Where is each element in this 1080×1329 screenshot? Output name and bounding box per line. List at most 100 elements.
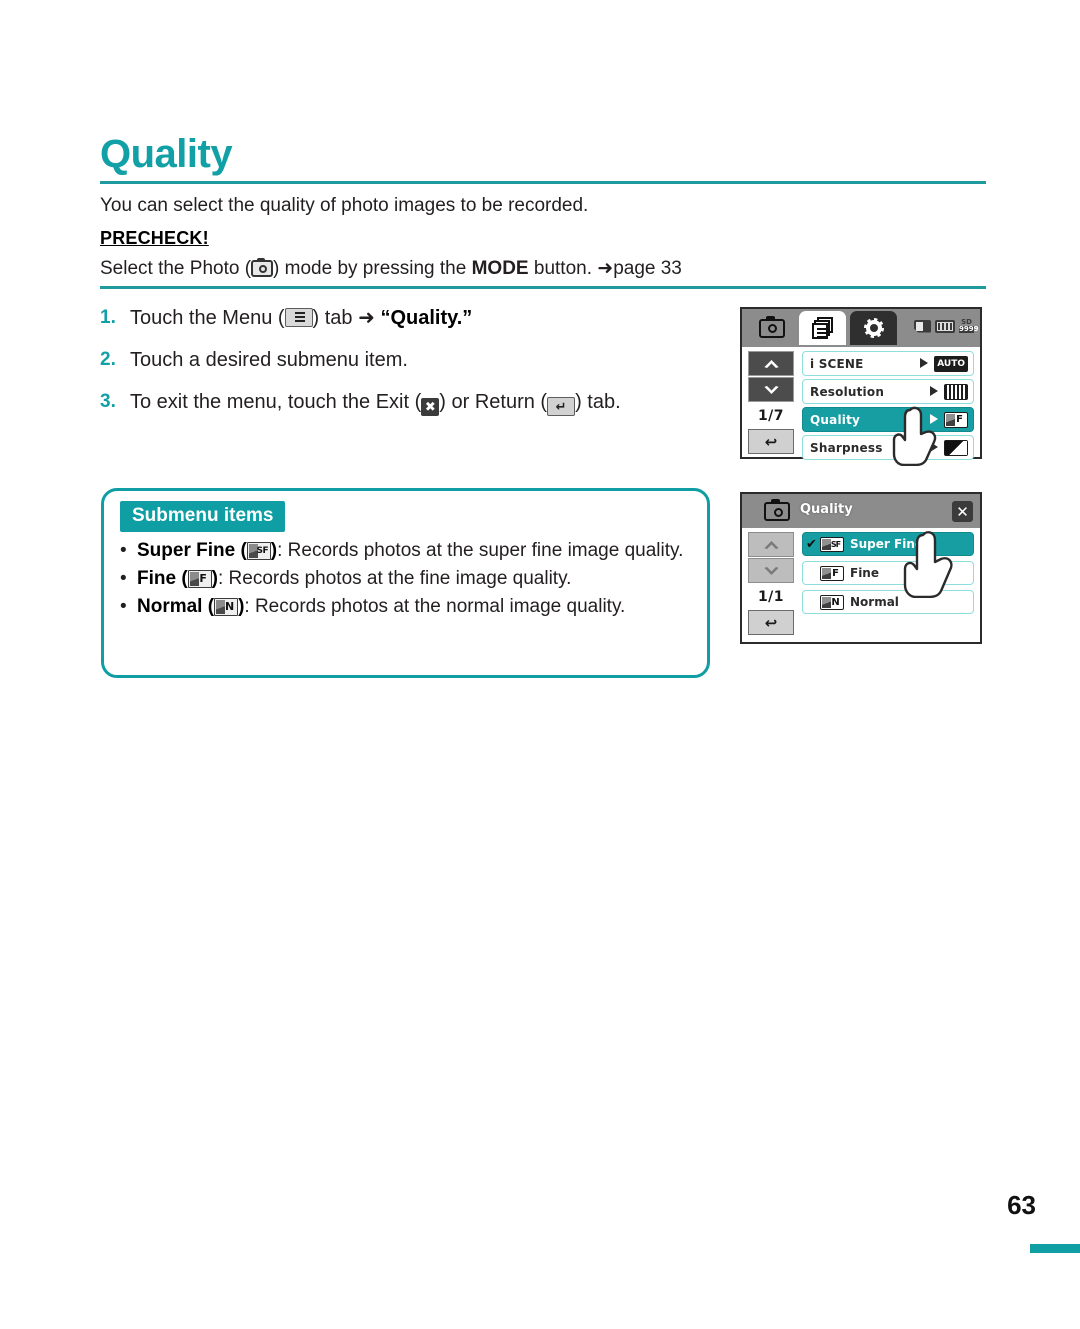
submenu-item-label: Fine [137, 568, 177, 589]
settings-tab[interactable] [850, 311, 897, 345]
normal-icon: N [820, 594, 844, 610]
scroll-down-button[interactable] [748, 558, 794, 583]
page-indicator: 1/7 [757, 408, 785, 424]
step-3-mid: ) or Return ( [439, 391, 548, 413]
paren-open: ( [181, 568, 188, 589]
submenu-item-description: : Records photos at the normal image qua… [244, 596, 626, 617]
close-icon[interactable]: ✕ [952, 501, 973, 522]
resolution-badge [944, 383, 968, 400]
submenu-items-tag: Submenu items [120, 501, 286, 532]
chevron-right-icon [930, 386, 939, 397]
lcd-submenu-body: 1/1 ↩ ✔ SF Super Fine F Fine N Normal [742, 528, 980, 642]
menu-row-value: F [930, 411, 968, 428]
sd-counter-icon: SD 9999 [959, 318, 979, 333]
precheck-divider [100, 286, 986, 289]
return-button[interactable]: ↩ [748, 610, 794, 635]
page-ref-arrow-icon: ➜ [597, 258, 614, 279]
submenu-item-label: Normal [137, 596, 203, 617]
lcd-nav-column: 1/1 ↩ [748, 532, 794, 635]
step-arrow-icon: ➜ [358, 307, 375, 329]
bullet-dot-icon: • [120, 568, 127, 589]
step-1-mid: ) tab [312, 307, 359, 329]
sharpness-badge [944, 439, 968, 456]
submenu-option-fine[interactable]: F Fine [802, 561, 974, 585]
chevron-down-icon [763, 566, 779, 575]
menu-row-iscene[interactable]: i SCENE AUTO [802, 351, 974, 376]
submenu-item-normal: Normal (N): Records photos at the normal… [137, 594, 625, 620]
bullet-dot-icon: • [120, 596, 127, 617]
chevron-up-icon [763, 540, 779, 549]
menu-tab[interactable] [799, 311, 846, 345]
gear-icon [863, 317, 885, 339]
submenu-option-normal[interactable]: N Normal [802, 590, 974, 614]
paren-open: ( [240, 540, 247, 561]
step-3: 3. To exit the menu, touch the Exit (✖) … [100, 388, 740, 416]
scroll-up-button[interactable] [748, 532, 794, 557]
intro-text: You can select the quality of photo imag… [100, 195, 589, 216]
submenu-item-description: : Records photos at the fine image quali… [218, 568, 572, 589]
step-1: 1. Touch the Menu ( ) tab ➜ “Quality.” [100, 304, 740, 332]
memory-card-icon [914, 320, 931, 333]
submenu-item-super-fine: Super Fine (SF): Records photos at the s… [137, 538, 683, 564]
step-2-number: 2. [100, 349, 116, 370]
menu-row-sharpness[interactable]: Sharpness [802, 435, 974, 460]
photo-mode-tab[interactable] [748, 311, 795, 345]
scroll-up-button[interactable] [748, 351, 794, 376]
menu-row-resolution[interactable]: Resolution [802, 379, 974, 404]
step-1-pre: Touch the Menu ( [130, 307, 285, 329]
precheck-page-ref: page 33 [613, 258, 682, 279]
fine-icon: F [820, 565, 844, 581]
step-1-number: 1. [100, 307, 116, 328]
exit-icon: ✖ [421, 398, 440, 416]
lcd-submenu-rows: ✔ SF Super Fine F Fine N Normal [802, 532, 974, 619]
lcd-quality-submenu-screen: Quality ✕ 1/1 ↩ ✔ SF Super Fine F Fine N… [740, 492, 982, 644]
fine-icon: F [187, 570, 212, 588]
lcd-menu-body: 1/7 ↩ i SCENE AUTO Resolution Quality F … [742, 347, 980, 460]
submenu-item-label: Super Fine [137, 540, 236, 561]
step-3-number: 3. [100, 391, 116, 412]
status-icon-group: SD 9999 [914, 318, 979, 333]
menu-row-quality[interactable]: Quality F [802, 407, 974, 432]
steps-list: 1. Touch the Menu ( ) tab ➜ “Quality.” 2.… [100, 304, 740, 430]
menu-row-value [930, 439, 968, 456]
page-number-bar [1030, 1244, 1080, 1253]
submenu-option-super-fine[interactable]: ✔ SF Super Fine [802, 532, 974, 556]
menu-tab-icon [284, 308, 313, 327]
menu-list-icon [811, 317, 834, 339]
super-fine-icon: SF [246, 542, 271, 560]
list-item: • Normal (N): Records photos at the norm… [120, 594, 695, 620]
step-1-text: Touch the Menu ( ) tab ➜ “Quality.” [130, 304, 472, 332]
bullet-dot-icon: • [120, 540, 127, 561]
precheck-label: PRECHECK! [100, 228, 209, 248]
step-3-tail: ) tab. [575, 391, 621, 413]
chevron-right-icon [930, 442, 939, 453]
title-divider [100, 181, 986, 184]
quality-badge: F [944, 411, 968, 428]
submenu-option-label: Fine [850, 566, 879, 580]
photo-mode-icon [251, 258, 274, 277]
lcd-top-bar: SD 9999 [742, 309, 980, 347]
camera-icon [764, 499, 790, 521]
precheck-text: Select the Photo () mode by pressing the… [100, 255, 980, 283]
submenu-option-label: Normal [850, 595, 899, 609]
submenu-title: Quality [800, 502, 853, 517]
precheck-tail: button. [528, 258, 598, 279]
step-1-quoted: “Quality.” [380, 307, 473, 329]
submenu-item-fine: Fine (F): Records photos at the fine ima… [137, 566, 571, 592]
precheck-suffix: ) mode by pressing the [273, 258, 472, 279]
menu-row-label: i SCENE [810, 356, 864, 371]
menu-row-label: Sharpness [810, 440, 883, 455]
super-fine-icon: SF [820, 536, 844, 552]
step-3-pre: To exit the menu, touch the Exit ( [130, 391, 422, 413]
chevron-right-icon [920, 358, 929, 369]
return-button[interactable]: ↩ [748, 429, 794, 454]
menu-row-label: Resolution [810, 384, 885, 399]
auto-badge: AUTO [934, 355, 968, 372]
scroll-down-button[interactable] [748, 377, 794, 402]
step-2-text: Touch a desired submenu item. [130, 349, 408, 371]
camera-icon [758, 315, 785, 338]
menu-row-label: Quality [810, 412, 861, 427]
lcd-submenu-header: Quality ✕ [742, 494, 980, 528]
normal-icon: N [214, 598, 239, 616]
lcd-nav-column: 1/7 ↩ [748, 351, 794, 454]
